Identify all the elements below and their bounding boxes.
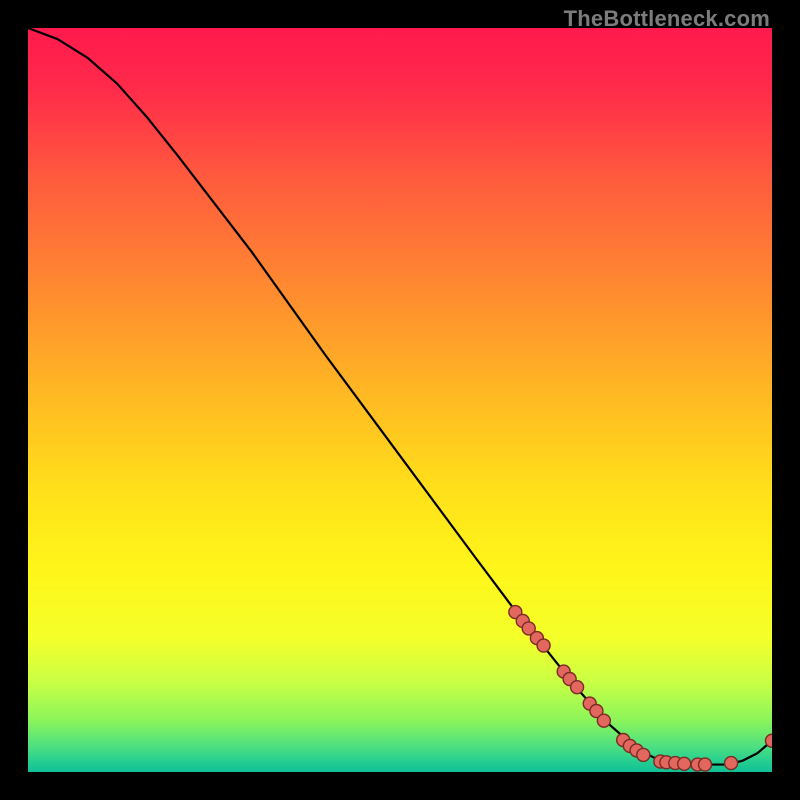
plot-area — [28, 28, 772, 772]
data-marker — [678, 757, 691, 770]
data-marker — [571, 681, 584, 694]
curve-overlay — [28, 28, 772, 772]
data-marker — [537, 639, 550, 652]
data-marker — [597, 714, 610, 727]
main-curve — [28, 28, 772, 765]
data-marker — [766, 734, 773, 747]
data-markers — [509, 606, 772, 772]
chart-stage: TheBottleneck.com — [0, 0, 800, 800]
data-marker — [637, 748, 650, 761]
data-marker — [725, 757, 738, 770]
data-marker — [699, 758, 712, 771]
